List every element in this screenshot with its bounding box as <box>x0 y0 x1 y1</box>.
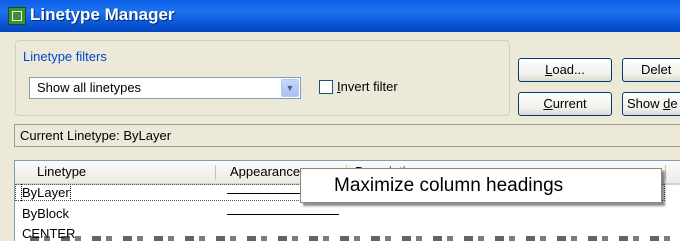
invert-filter-text: nvert filter <box>340 79 398 94</box>
linetype-appearance <box>227 214 339 215</box>
list-item[interactable]: ByBlock <box>15 205 680 223</box>
column-divider[interactable] <box>665 165 666 180</box>
linetype-name: ByBlock <box>22 206 69 221</box>
partially-clipped-row-graphics <box>30 236 680 241</box>
delete-button-label: Delet <box>641 62 672 77</box>
current-linetype-bar: Current Linetype: ByLayer <box>14 124 680 147</box>
invert-filter-checkbox[interactable] <box>319 80 333 94</box>
show-details-rest: e <box>670 96 678 111</box>
load-button[interactable]: Load... <box>518 58 612 82</box>
show-details-button[interactable]: Show de <box>622 92 680 116</box>
load-button-text: oad... <box>552 62 585 77</box>
linetype-filter-value: Show all linetypes <box>37 80 142 95</box>
linetype-manager-window: Linetype Manager Linetype filters Show a… <box>0 0 680 241</box>
linetype-filters-label: Linetype filters <box>21 49 109 64</box>
linetype-name: ByLayer <box>21 184 71 201</box>
window-title: Linetype Manager <box>30 5 175 24</box>
tooltip-text: Maximize column headings <box>334 175 564 196</box>
invert-filter-label[interactable]: Invert filter <box>337 79 398 94</box>
current-linetype-text: Current Linetype: ByLayer <box>20 128 172 143</box>
title-bar[interactable]: Linetype Manager <box>0 0 680 32</box>
column-header-linetype[interactable]: Linetype <box>15 161 215 183</box>
linetype-manager-icon <box>8 7 26 25</box>
show-details-text: Show <box>627 96 664 111</box>
current-button-text: urrent <box>552 96 587 111</box>
current-button-mnemonic: C <box>543 96 553 111</box>
linetype-filter-dropdown[interactable]: Show all linetypes ▼ <box>29 77 301 99</box>
chevron-down-icon[interactable]: ▼ <box>281 79 299 97</box>
delete-button[interactable]: Delet <box>622 58 680 82</box>
current-button[interactable]: Current <box>518 92 612 116</box>
tooltip: Maximize column headings <box>300 168 662 203</box>
